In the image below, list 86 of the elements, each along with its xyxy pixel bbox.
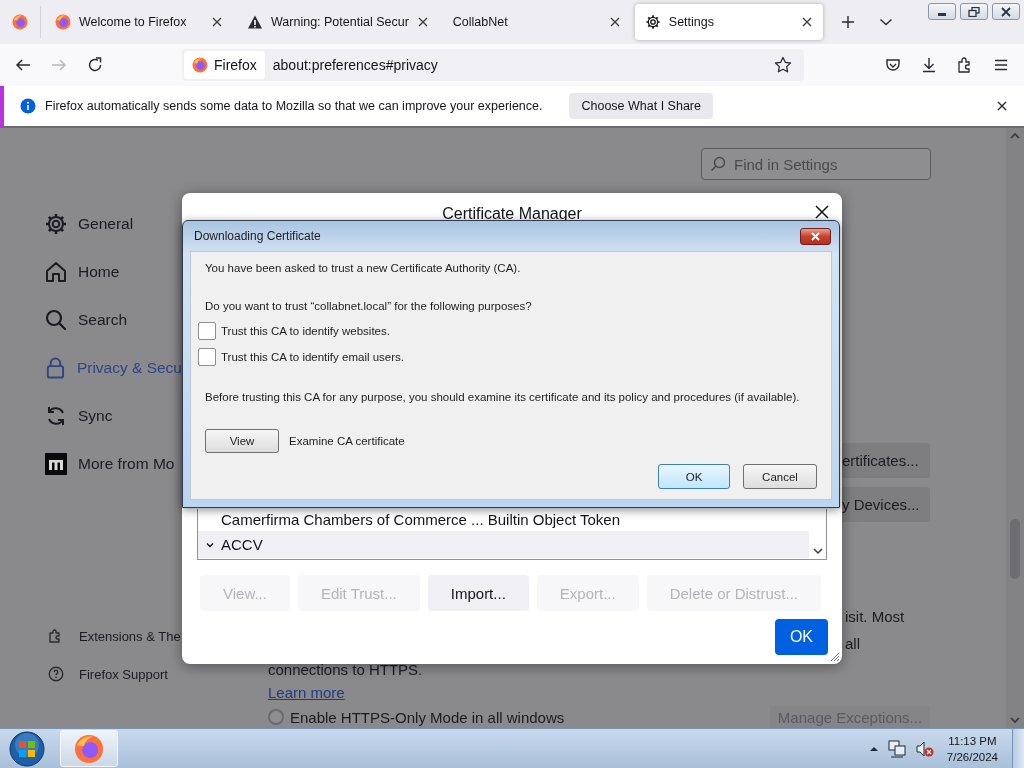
advice-text: Before trusting this CA for any purpose, you should examine its certificate and its policy and procedures (if available). bbox=[205, 390, 801, 405]
chevron-up-icon[interactable] bbox=[868, 744, 879, 753]
close-button[interactable] bbox=[800, 227, 831, 245]
pocket-icon[interactable] bbox=[885, 57, 901, 73]
tab[interactable]: Welcome to Firefox bbox=[45, 4, 233, 40]
dialog-title: Certificate Manager bbox=[442, 205, 582, 223]
url-text[interactable]: about:preferences#privacy bbox=[272, 57, 766, 73]
list-row[interactable]: Camerfirma Chambers of Commerce ... Builtin Object Token bbox=[198, 509, 809, 531]
clock-date[interactable]: 7/26/2024 bbox=[946, 748, 998, 765]
gear-icon bbox=[644, 14, 661, 30]
minimize-icon bbox=[938, 13, 946, 16]
resize-grip-icon[interactable] bbox=[828, 650, 840, 662]
lock-icon bbox=[44, 356, 67, 380]
close-icon bbox=[1000, 6, 1012, 17]
plus-icon[interactable] bbox=[840, 15, 855, 29]
checkbox-label[interactable]: Trust this CA to identify websites. bbox=[221, 325, 390, 337]
star-icon[interactable] bbox=[774, 56, 792, 74]
dialog-title: Downloading Certificate bbox=[194, 229, 321, 243]
radio-label[interactable]: Enable HTTPS-Only Mode in all windows bbox=[290, 708, 565, 726]
checkbox-label[interactable]: Trust this CA to identify email users. bbox=[221, 351, 404, 363]
sidebar-item[interactable]: Home bbox=[44, 248, 182, 296]
close-icon[interactable] bbox=[416, 16, 429, 28]
restore-button[interactable] bbox=[960, 3, 988, 20]
search-icon bbox=[710, 156, 726, 172]
choose-what-i-share-button[interactable]: Choose What I Share bbox=[569, 93, 713, 119]
address-bar[interactable]: Firefox about:preferences#privacy bbox=[182, 49, 804, 81]
view-button[interactable]: View bbox=[205, 429, 279, 453]
start-button[interactable] bbox=[9, 730, 45, 767]
menu-icon[interactable] bbox=[993, 57, 1009, 73]
close-icon[interactable] bbox=[815, 205, 829, 219]
warning-icon bbox=[247, 14, 263, 30]
group-row[interactable]: ACCV bbox=[198, 531, 809, 558]
square-logo-icon bbox=[44, 452, 68, 476]
search-field[interactable]: Find in Settings bbox=[701, 148, 931, 180]
reload-icon[interactable] bbox=[87, 57, 103, 73]
ok-button[interactable]: OK bbox=[658, 464, 730, 489]
puzzle-icon[interactable] bbox=[957, 57, 973, 73]
close-icon[interactable] bbox=[608, 16, 621, 28]
firefox-icon bbox=[55, 14, 71, 30]
download-icon[interactable] bbox=[921, 57, 937, 73]
close-icon bbox=[810, 231, 821, 241]
gear-icon bbox=[44, 212, 68, 236]
sidebar-item[interactable]: Search bbox=[44, 296, 182, 344]
intro-text: You have been asked to trust a new Certificate Authority (CA). bbox=[205, 261, 522, 276]
restore-icon bbox=[968, 6, 980, 17]
notification-text: Firefox automatically sends some data to Mozilla so that we can improve your experience. bbox=[45, 99, 543, 113]
sidebar-item[interactable]: General bbox=[44, 200, 182, 248]
sidebar-link[interactable]: Firefox Support bbox=[44, 655, 182, 693]
taskbar-button[interactable] bbox=[60, 730, 118, 767]
search-icon bbox=[44, 308, 68, 332]
cancel-button[interactable]: Cancel bbox=[743, 464, 817, 489]
close-icon[interactable] bbox=[800, 16, 813, 28]
back-arrow-icon[interactable] bbox=[15, 57, 31, 73]
help-icon bbox=[47, 665, 65, 683]
tab[interactable]: CollabNet bbox=[442, 4, 631, 40]
info-icon bbox=[20, 98, 36, 114]
close-icon[interactable] bbox=[996, 100, 1008, 112]
close-icon[interactable] bbox=[211, 16, 223, 28]
close-button[interactable] bbox=[992, 3, 1020, 20]
network-icon[interactable] bbox=[886, 739, 907, 758]
sidebar-item[interactable]: More from Mo bbox=[44, 440, 182, 488]
paragraph-text: isit. Most bbox=[845, 607, 906, 627]
chevron-down-icon[interactable] bbox=[812, 547, 823, 555]
paragraph-text: connections to HTTPS. bbox=[268, 660, 423, 680]
paragraph-text: all bbox=[845, 634, 861, 654]
settings-button[interactable]: ertificates... bbox=[842, 443, 930, 478]
clock-time[interactable]: 11:13 PM bbox=[948, 732, 997, 749]
checkbox[interactable] bbox=[198, 348, 216, 366]
tab[interactable]: Warning: Potential Secur bbox=[237, 4, 439, 40]
house-icon bbox=[44, 260, 68, 284]
checkbox[interactable] bbox=[198, 322, 216, 340]
view-label: Examine CA certificate bbox=[289, 435, 405, 447]
firefox-icon bbox=[12, 14, 28, 30]
ok-button[interactable]: OK bbox=[774, 619, 828, 655]
radio-button[interactable] bbox=[268, 709, 284, 725]
firefox-icon bbox=[74, 733, 104, 764]
minimize-button[interactable] bbox=[928, 3, 956, 20]
question-text: Do you want to trust “collabnet.local” for the following purposes? bbox=[205, 299, 533, 314]
dialog-button[interactable]: Import... bbox=[427, 575, 529, 611]
firefox-icon bbox=[192, 57, 208, 73]
sidebar-link[interactable]: Extensions & The bbox=[44, 617, 182, 655]
settings-button[interactable]: y Devices... bbox=[842, 487, 930, 522]
sidebar-item[interactable]: Sync bbox=[44, 392, 182, 440]
identity-button[interactable]: Firefox bbox=[184, 51, 265, 79]
speaker-muted-icon[interactable] bbox=[914, 739, 935, 758]
tab[interactable]: Settings bbox=[634, 4, 823, 40]
